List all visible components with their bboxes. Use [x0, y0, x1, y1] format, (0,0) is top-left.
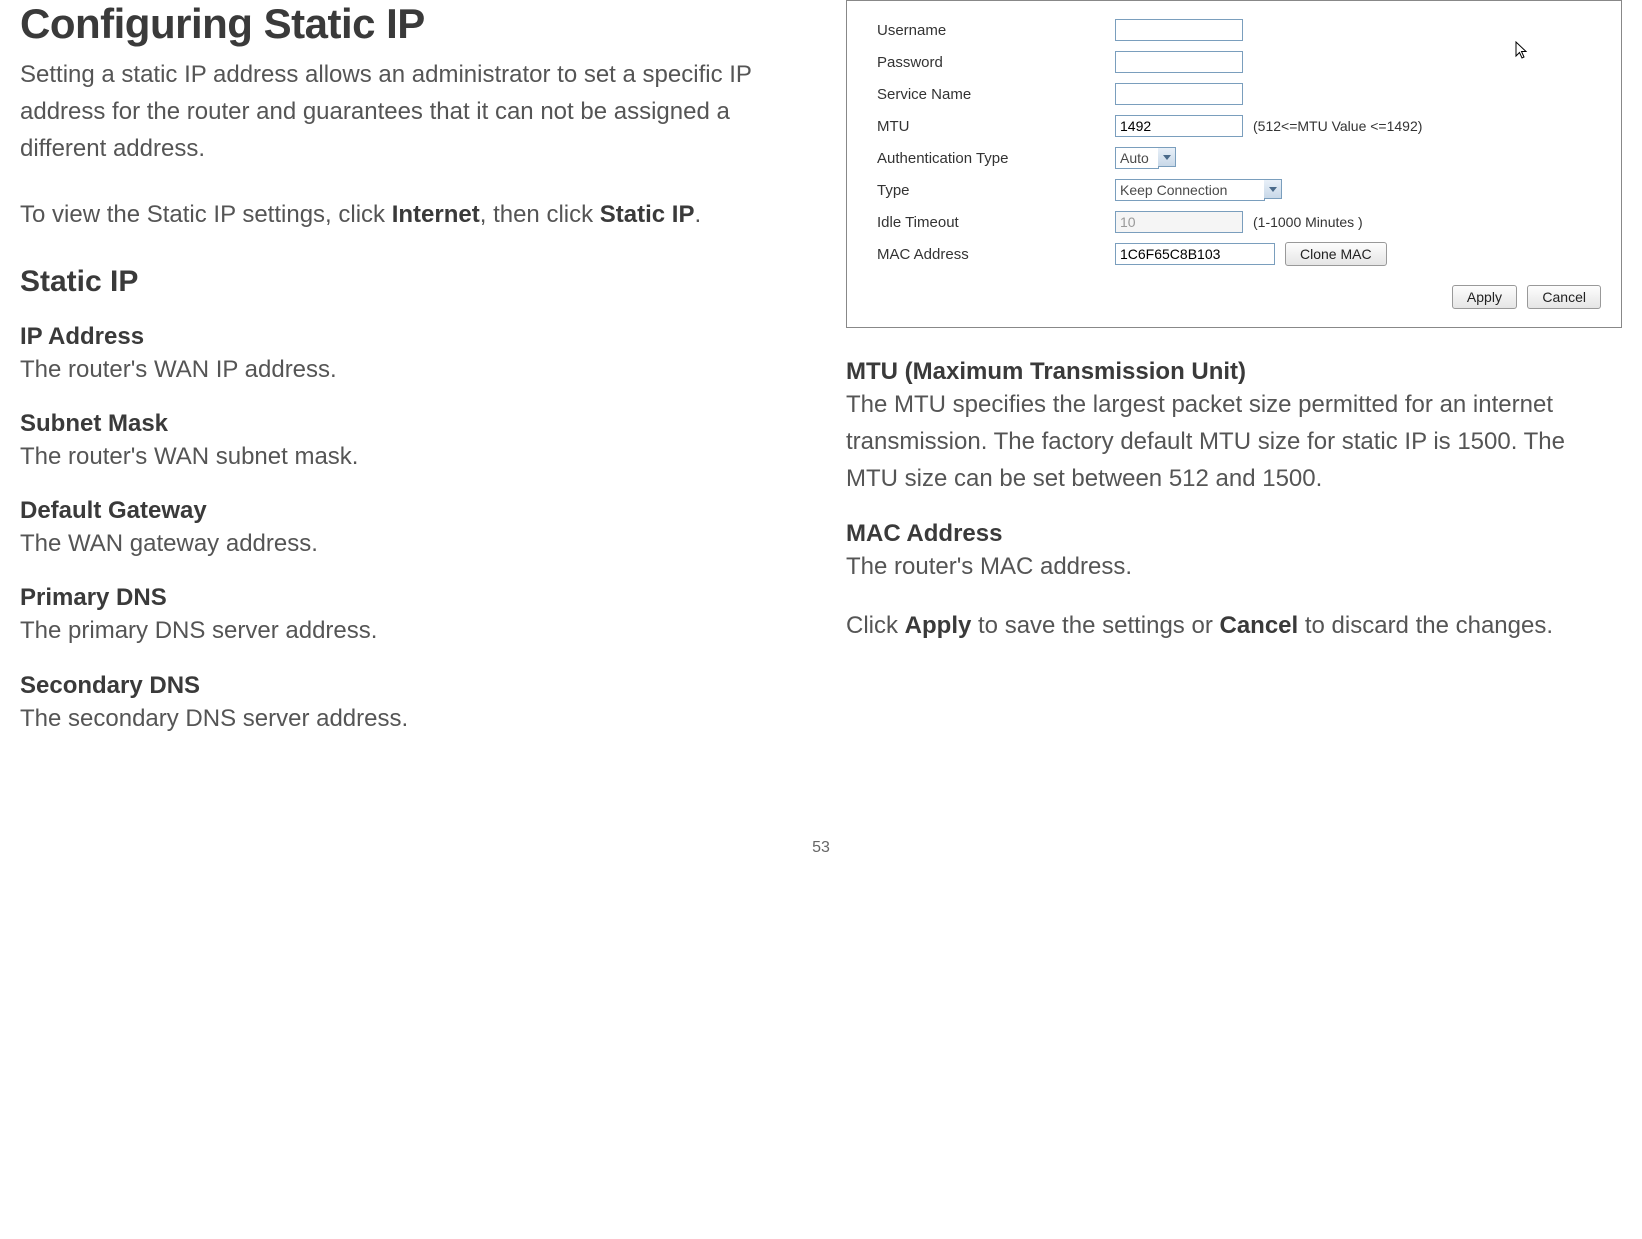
- page-number: 53: [20, 839, 1622, 857]
- select-auth-type[interactable]: Auto: [1115, 147, 1176, 169]
- select-type-value: Keep Connection: [1115, 179, 1265, 201]
- desc-primary-dns: The primary DNS server address.: [20, 612, 796, 649]
- desc-ip-address: The router's WAN IP address.: [20, 351, 796, 388]
- desc-mac-address: The router's MAC address.: [846, 548, 1622, 585]
- closing-text: Click Apply to save the settings or Canc…: [846, 607, 1622, 644]
- term-default-gateway: Default Gateway: [20, 497, 796, 525]
- input-password[interactable]: [1115, 51, 1243, 73]
- page-title: Configuring Static IP: [20, 0, 796, 48]
- internet-bold: Internet: [392, 201, 480, 228]
- intro-text: Setting a static IP address allows an ad…: [20, 56, 796, 168]
- desc-secondary-dns: The secondary DNS server address.: [20, 700, 796, 737]
- hint-mtu: (512<=MTU Value <=1492): [1253, 118, 1422, 134]
- closing-pre: Click: [846, 612, 905, 639]
- row-auth-type: Authentication Type Auto: [877, 143, 1601, 173]
- term-subnet-mask: Subnet Mask: [20, 410, 796, 438]
- right-column: Username Password Service Name MTU (512<…: [846, 0, 1622, 759]
- section-heading: Static IP: [20, 265, 796, 299]
- row-idle-timeout: Idle Timeout (1-1000 Minutes ): [877, 207, 1601, 237]
- input-idle-timeout: [1115, 211, 1243, 233]
- hint-idle-timeout: (1-1000 Minutes ): [1253, 214, 1363, 230]
- label-auth-type: Authentication Type: [877, 150, 1115, 167]
- apply-bold: Apply: [905, 612, 972, 639]
- desc-default-gateway: The WAN gateway address.: [20, 525, 796, 562]
- label-username: Username: [877, 22, 1115, 39]
- row-mtu: MTU (512<=MTU Value <=1492): [877, 111, 1601, 141]
- nav-text-pre: To view the Static IP settings, click: [20, 201, 392, 228]
- cancel-button[interactable]: Cancel: [1527, 285, 1601, 309]
- term-mac-address: MAC Address: [846, 520, 1622, 548]
- input-username[interactable]: [1115, 19, 1243, 41]
- closing-post: to discard the changes.: [1298, 612, 1553, 639]
- input-mac-address[interactable]: [1115, 243, 1275, 265]
- term-mtu: MTU (Maximum Transmission Unit): [846, 358, 1622, 386]
- desc-subnet-mask: The router's WAN subnet mask.: [20, 438, 796, 475]
- input-mtu[interactable]: [1115, 115, 1243, 137]
- closing-mid: to save the settings or: [971, 612, 1219, 639]
- label-idle-timeout: Idle Timeout: [877, 214, 1115, 231]
- chevron-down-icon: [1158, 147, 1176, 167]
- term-primary-dns: Primary DNS: [20, 584, 796, 612]
- cancel-bold: Cancel: [1219, 612, 1298, 639]
- select-type[interactable]: Keep Connection: [1115, 179, 1282, 201]
- input-service-name[interactable]: [1115, 83, 1243, 105]
- row-mac-address: MAC Address Clone MAC: [877, 239, 1601, 269]
- nav-text-mid: , then click: [480, 201, 600, 228]
- apply-button[interactable]: Apply: [1452, 285, 1517, 309]
- settings-panel: Username Password Service Name MTU (512<…: [846, 0, 1622, 328]
- row-service-name: Service Name: [877, 79, 1601, 109]
- static-ip-bold: Static IP: [600, 201, 695, 228]
- button-row: Apply Cancel: [877, 285, 1601, 309]
- term-ip-address: IP Address: [20, 323, 796, 351]
- term-secondary-dns: Secondary DNS: [20, 672, 796, 700]
- nav-instructions: To view the Static IP settings, click In…: [20, 196, 796, 233]
- select-auth-type-value: Auto: [1115, 147, 1159, 169]
- nav-text-post: .: [694, 201, 701, 228]
- clone-mac-button[interactable]: Clone MAC: [1285, 242, 1387, 266]
- label-service-name: Service Name: [877, 86, 1115, 103]
- row-username: Username: [877, 15, 1601, 45]
- label-mac-address: MAC Address: [877, 246, 1115, 263]
- cursor-icon: [1515, 41, 1531, 66]
- page-content: Configuring Static IP Setting a static I…: [20, 0, 1622, 759]
- label-type: Type: [877, 182, 1115, 199]
- row-password: Password: [877, 47, 1601, 77]
- left-column: Configuring Static IP Setting a static I…: [20, 0, 796, 759]
- chevron-down-icon: [1264, 179, 1282, 199]
- row-type: Type Keep Connection: [877, 175, 1601, 205]
- label-password: Password: [877, 54, 1115, 71]
- desc-mtu: The MTU specifies the largest packet siz…: [846, 386, 1622, 498]
- label-mtu: MTU: [877, 118, 1115, 135]
